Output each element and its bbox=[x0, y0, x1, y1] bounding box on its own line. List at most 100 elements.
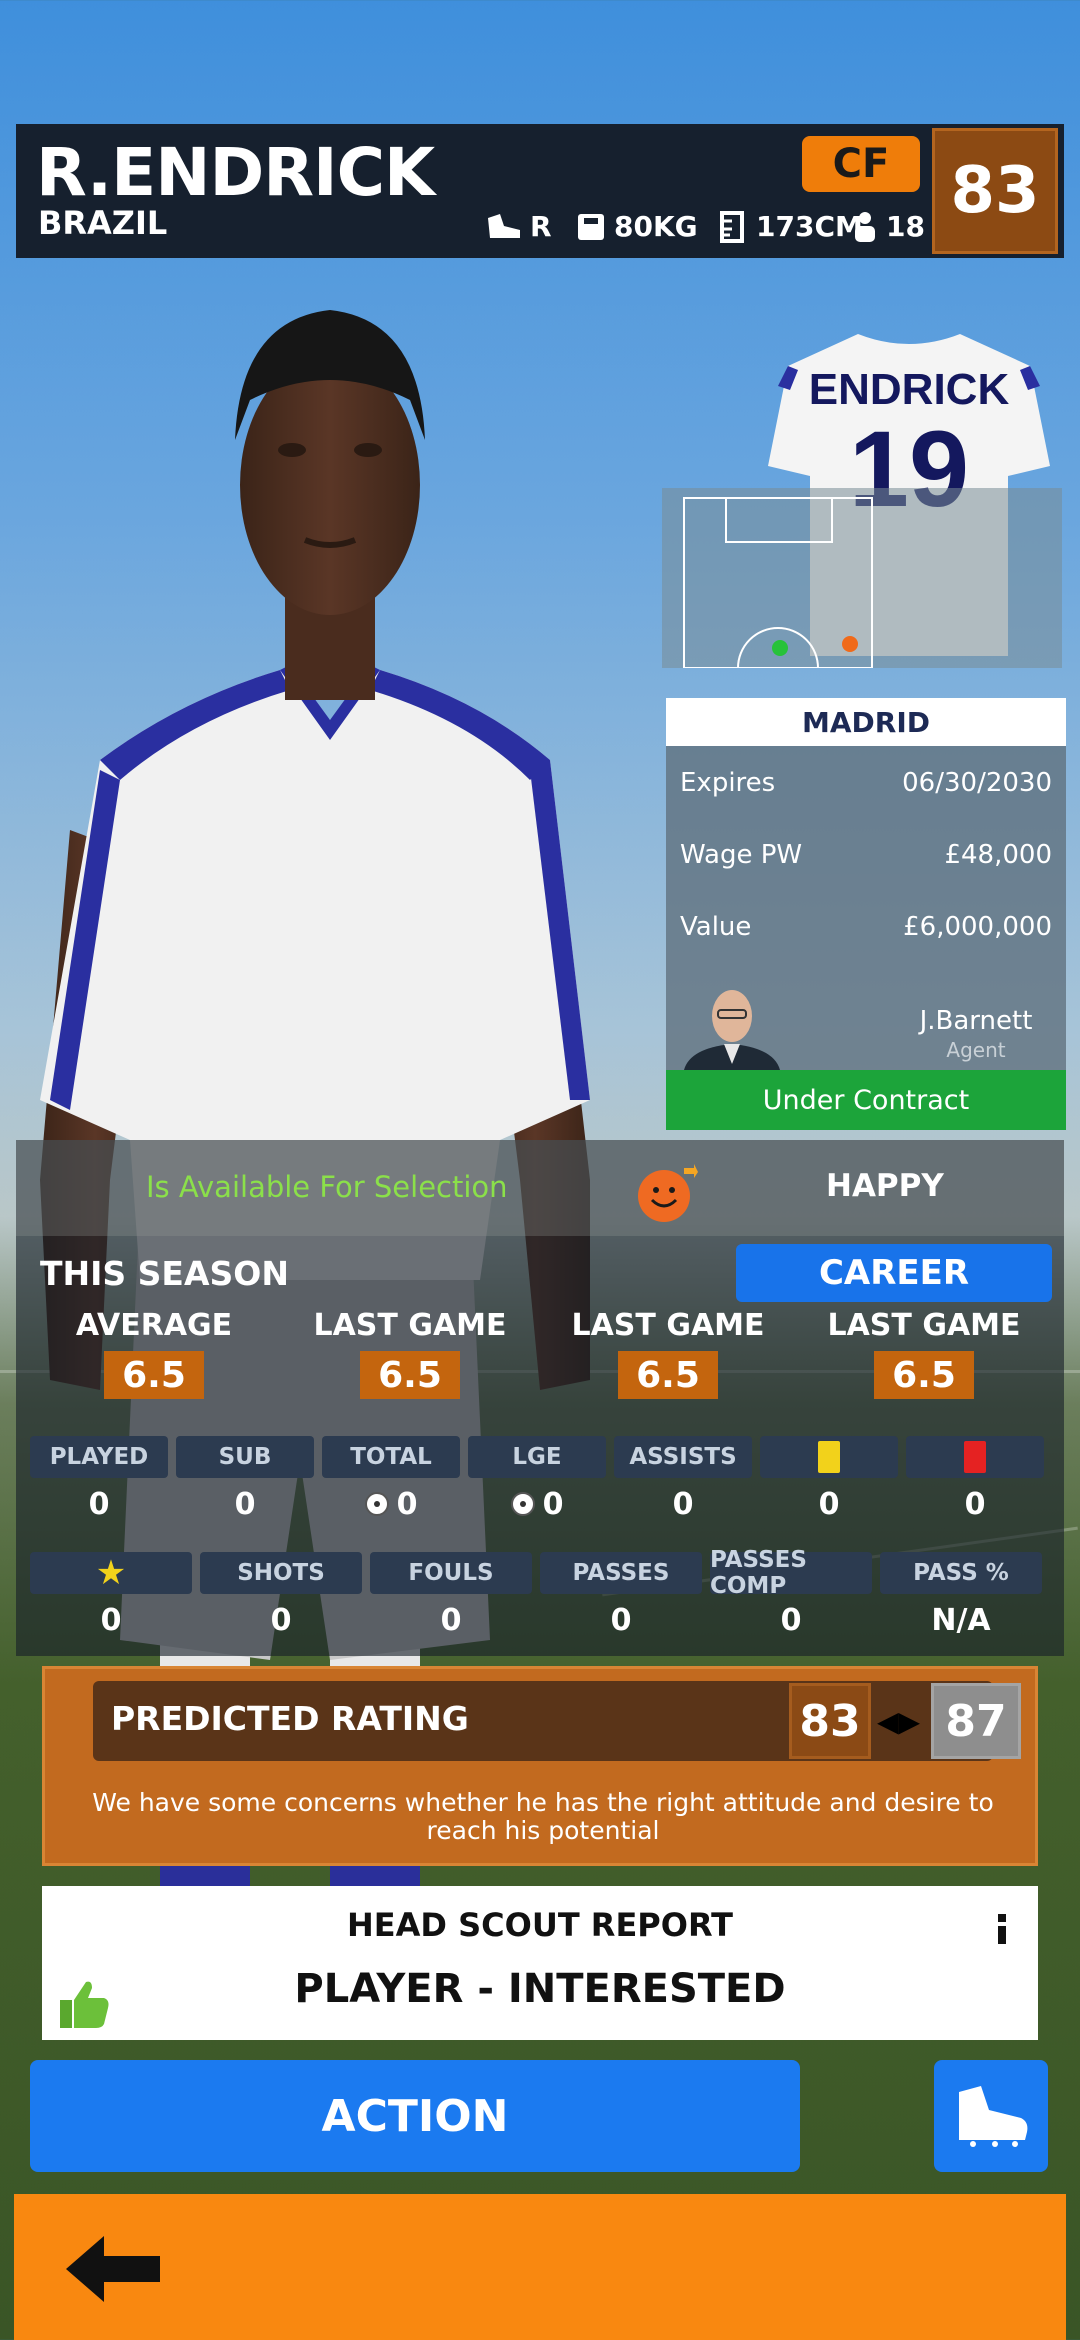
mood-label: HAPPY bbox=[826, 1168, 944, 1204]
player-nation: BRAZIL bbox=[38, 204, 168, 242]
stat-yellow-cards: 0 bbox=[760, 1436, 898, 1530]
predicted-rating-bar: PREDICTED RATING 83 ◀▶ 87 bbox=[93, 1681, 1021, 1761]
stat-value-wrap: 0 bbox=[468, 1478, 606, 1530]
player-header: R.ENDRICK BRAZIL R 80KG 173CM 18 CF 83 bbox=[16, 124, 1064, 258]
yellow-card-header bbox=[760, 1436, 898, 1478]
last-game-rating: LAST GAME 6.5 bbox=[548, 1308, 788, 1399]
stat-value: N/A bbox=[931, 1602, 991, 1638]
this-season-label: THIS SEASON bbox=[40, 1254, 289, 1293]
stat-value: 0 bbox=[270, 1602, 292, 1638]
contract-label: Value bbox=[680, 912, 752, 942]
stat-value-wrap: 0 bbox=[322, 1478, 460, 1530]
stat-value: 0 bbox=[780, 1602, 802, 1638]
star-icon: ★ bbox=[95, 1553, 127, 1593]
stat-label: TOTAL bbox=[322, 1436, 460, 1478]
player-rating: 83 bbox=[932, 128, 1058, 254]
contract-value: 06/30/2030 bbox=[902, 768, 1052, 798]
red-card-icon bbox=[964, 1441, 986, 1473]
position-badge: CF bbox=[802, 136, 920, 192]
position-map bbox=[662, 488, 1062, 668]
age-value: 18 bbox=[886, 210, 925, 243]
stat-label: ASSISTS bbox=[614, 1436, 752, 1478]
stat-value: 0 bbox=[100, 1602, 122, 1638]
foot-stat: R bbox=[486, 210, 552, 243]
action-button[interactable]: ACTION bbox=[30, 2060, 800, 2172]
contract-label: Wage PW bbox=[680, 840, 803, 870]
back-arrow-icon[interactable] bbox=[64, 2234, 164, 2304]
stat-assists: ASSISTS 0 bbox=[614, 1436, 752, 1530]
stat-value: 0 bbox=[234, 1486, 256, 1522]
career-button[interactable]: CAREER bbox=[736, 1244, 1052, 1302]
position-dot-alt bbox=[842, 636, 858, 652]
boot-button[interactable] bbox=[934, 2060, 1048, 2172]
star-header: ★ bbox=[30, 1552, 192, 1594]
scout-report-result: PLAYER - INTERESTED bbox=[294, 1966, 786, 2012]
stat-shots: SHOTS 0 bbox=[200, 1552, 362, 1646]
info-icon[interactable] bbox=[996, 1914, 1008, 1944]
weight-stat: 80KG bbox=[576, 210, 698, 243]
average-value: 6.5 bbox=[104, 1351, 204, 1399]
stat-label: SHOTS bbox=[200, 1552, 362, 1594]
stat-label: PASSES COMP bbox=[710, 1547, 872, 1599]
stat-label: FOULS bbox=[370, 1552, 532, 1594]
shirt-name: ENDRICK bbox=[809, 365, 1010, 414]
last-game-value: 6.5 bbox=[618, 1351, 718, 1399]
player-name: R.ENDRICK bbox=[36, 134, 435, 211]
boot-icon bbox=[959, 2086, 1028, 2147]
thumbs-up-icon bbox=[60, 1981, 109, 2028]
stat-league-goals: LGE 0 bbox=[468, 1436, 606, 1530]
stat-label: PASS % bbox=[880, 1552, 1042, 1594]
scout-report[interactable]: HEAD SCOUT REPORT PLAYER - INTERESTED bbox=[42, 1886, 1038, 2040]
yellow-card-icon bbox=[818, 1441, 840, 1473]
predicted-rating-panel: PREDICTED RATING 83 ◀▶ 87 We have some c… bbox=[42, 1666, 1038, 1866]
range-arrows-icon: ◀▶ bbox=[877, 1705, 921, 1738]
weight-value: 80KG bbox=[614, 210, 698, 243]
agent-name: J.Barnett bbox=[919, 1006, 1033, 1036]
potential-rating: 87 bbox=[931, 1683, 1021, 1759]
ruler-icon bbox=[720, 210, 744, 243]
stat-value: 0 bbox=[964, 1486, 986, 1522]
availability-text: Is Available For Selection bbox=[146, 1170, 508, 1204]
predicted-rating-label: PREDICTED RATING bbox=[111, 1699, 469, 1738]
prediction-text: We have some concerns whether he has the… bbox=[92, 1788, 994, 1845]
foot-value: R bbox=[530, 210, 552, 243]
contract-row-value: Value £6,000,000 bbox=[680, 912, 1052, 942]
bottom-bar bbox=[14, 2194, 1066, 2340]
stat-passes: PASSES 0 bbox=[540, 1552, 702, 1646]
person-icon bbox=[855, 211, 875, 242]
height-value: 173CM bbox=[756, 210, 863, 243]
stat-value: 0 bbox=[542, 1486, 564, 1522]
contract-label: Expires bbox=[680, 768, 776, 798]
ball-icon bbox=[364, 1492, 389, 1516]
stat-total-goals: TOTAL 0 bbox=[322, 1436, 460, 1530]
stat-value: 0 bbox=[818, 1486, 840, 1522]
average-rating: AVERAGE 6.5 bbox=[34, 1308, 274, 1399]
stat-label: PASSES bbox=[540, 1552, 702, 1594]
stat-red-cards: 0 bbox=[906, 1436, 1044, 1530]
player-position-dot bbox=[772, 640, 788, 656]
stat-sub: SUB 0 bbox=[176, 1436, 314, 1530]
last-game-label: LAST GAME bbox=[571, 1308, 765, 1343]
last-game-label: LAST GAME bbox=[827, 1308, 1021, 1343]
agent-role: Agent bbox=[946, 1038, 1006, 1062]
stat-pass-percent: PASS % N/A bbox=[880, 1552, 1042, 1646]
availability-bar: Is Available For Selection HAPPY bbox=[16, 1140, 1064, 1236]
current-rating: 83 bbox=[789, 1683, 871, 1759]
stats-row-1: PLAYED 0 SUB 0 TOTAL 0 LGE 0 ASSISTS 0 0… bbox=[30, 1436, 1044, 1530]
contract-panel: MADRID Expires 06/30/2030 Wage PW £48,00… bbox=[666, 698, 1066, 1130]
stat-passes-comp: PASSES COMP 0 bbox=[710, 1547, 872, 1646]
boot-icon bbox=[488, 213, 520, 238]
contract-value: £48,000 bbox=[944, 840, 1052, 870]
stat-value: 0 bbox=[672, 1486, 694, 1522]
scale-icon bbox=[578, 213, 604, 240]
red-card-header bbox=[906, 1436, 1044, 1478]
scout-report-title: HEAD SCOUT REPORT bbox=[347, 1906, 733, 1944]
last-game-rating: LAST GAME 6.5 bbox=[804, 1308, 1044, 1399]
contract-status: Under Contract bbox=[666, 1070, 1066, 1130]
age-stat: 18 bbox=[852, 210, 925, 243]
agent-avatar[interactable] bbox=[680, 984, 784, 1070]
stat-star: ★ 0 bbox=[30, 1552, 192, 1646]
stat-value: 0 bbox=[440, 1602, 462, 1638]
stat-played: PLAYED 0 bbox=[30, 1436, 168, 1530]
last-game-rating: LAST GAME 6.5 bbox=[290, 1308, 530, 1399]
